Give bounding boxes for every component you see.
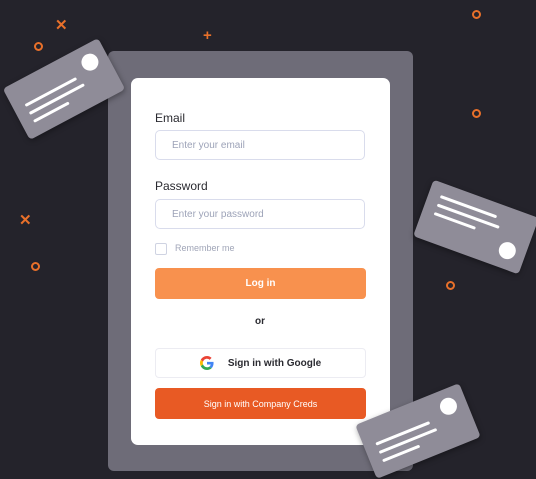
google-logo-icon [199, 356, 214, 370]
ring-icon [34, 42, 43, 51]
email-field[interactable] [155, 130, 365, 160]
remember-me-checkbox[interactable] [155, 243, 167, 255]
ring-icon [472, 109, 481, 118]
password-label: Password [155, 179, 208, 193]
company-signin-label: Sign in with Company Creds [203, 398, 318, 409]
company-signin-button[interactable]: Sign in with Company Creds [155, 388, 366, 419]
or-divider-text: or [255, 316, 265, 327]
login-button[interactable]: Log in [155, 268, 366, 299]
cross-icon: ✕ [19, 212, 32, 229]
email-label: Email [155, 111, 186, 125]
cross-icon: ✕ [55, 17, 68, 34]
google-signin-label: Sign in with Google [227, 357, 322, 369]
ring-icon [472, 10, 481, 19]
login-button-label: Log in [245, 278, 276, 289]
ring-icon [446, 281, 455, 290]
id-card-top-left [2, 38, 126, 140]
password-field[interactable] [155, 199, 365, 229]
plus-icon: + [203, 27, 212, 44]
ring-icon [31, 262, 40, 271]
remember-me-label: Remember me [175, 243, 235, 253]
google-signin-button[interactable]: Sign in with Google [155, 348, 366, 378]
id-card-right [413, 179, 536, 275]
